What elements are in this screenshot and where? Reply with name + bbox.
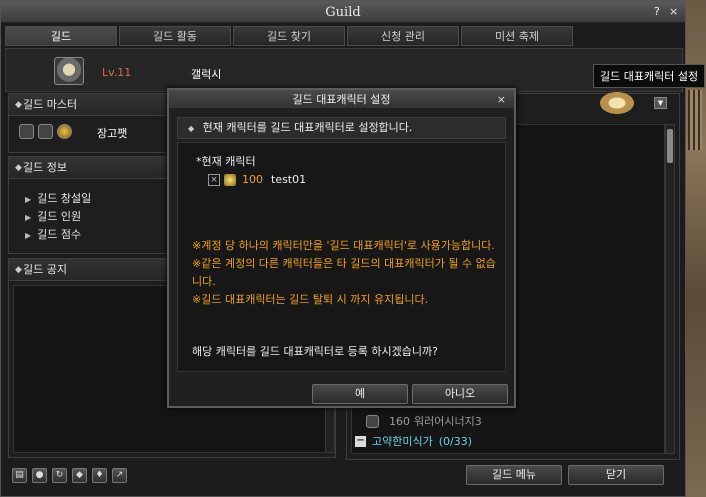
tab-guild-activity[interactable]: 길드 활동: [119, 26, 231, 46]
master-class-icon: [38, 124, 53, 139]
guild-master-header: 길드 마스터: [23, 98, 78, 111]
character-class-icon: [224, 173, 236, 186]
triangle-icon: ▶: [25, 213, 32, 222]
person-icon[interactable]: ●: [32, 468, 47, 483]
dialog-subtitle-bar: ◆ 현재 캐릭터를 길드 대표캐릭터로 설정합니다.: [177, 117, 506, 139]
scrollbar-thumb[interactable]: [667, 129, 673, 163]
eye-icon[interactable]: ◆: [72, 468, 87, 483]
tab-mission-festival[interactable]: 미션 축제: [461, 26, 573, 46]
guild-name: 갤럭시: [191, 68, 222, 81]
info-item-score: ▶ 길드 점수: [25, 228, 82, 241]
collapse-icon[interactable]: −: [355, 435, 366, 447]
x-icon: ×: [208, 173, 220, 186]
no-button[interactable]: 아니오: [412, 384, 508, 404]
guild-emblem-icon: [54, 57, 84, 85]
tab-application-manage[interactable]: 신청 관리: [347, 26, 459, 46]
triangle-icon: ▶: [25, 195, 32, 204]
representative-dialog: 길드 대표캐릭터 설정 × ◆ 현재 캐릭터를 길드 대표캐릭터로 설정합니다.…: [167, 88, 516, 408]
tab-guild-search[interactable]: 길드 찾기: [233, 26, 345, 46]
member-list-item[interactable]: 160 워러어시너지3: [366, 413, 482, 429]
dialog-question: 해당 캐릭터를 길드 대표캐릭터로 등록 하시겠습니까?: [192, 345, 438, 358]
chat-icon[interactable]: ▤: [12, 468, 27, 483]
close-button[interactable]: 닫기: [568, 465, 664, 485]
dialog-subtitle: 현재 캐릭터를 길드 대표캐릭터로 설정합니다.: [202, 121, 413, 134]
triangle-icon: ▶: [25, 231, 32, 240]
master-rank-icon: [19, 124, 34, 139]
tab-bar: 길드 길드 활동 길드 찾기 신청 관리 미션 축제: [5, 26, 573, 46]
guild-notice-header: 길드 공지: [23, 263, 67, 276]
member-group-row[interactable]: − 고약한미식가 (0/33): [355, 433, 472, 449]
tab-guild[interactable]: 길드: [5, 26, 117, 46]
note-line: ※같은 계정의 다른 캐릭터들은 타 길드의 대표캐릭터가 될 수 없습니다.: [192, 257, 496, 288]
representative-badge-icon[interactable]: [600, 92, 634, 114]
guild-info-list: ▶ 길드 창설일 ▶ 길드 인원 ▶ 길드 점수: [25, 190, 91, 244]
guild-master-name[interactable]: 장고팻: [97, 125, 127, 141]
character-name: test01: [271, 173, 307, 186]
window-close-button[interactable]: ×: [669, 5, 678, 18]
bullet-icon: ◆: [15, 163, 22, 173]
refresh-icon[interactable]: ↻: [52, 468, 67, 483]
guild-info-header: 길드 정보: [23, 161, 67, 174]
bullet-icon: ◆: [15, 100, 22, 110]
dialog-body: *현재 캐릭터 × 100 test01 ※계정 당 하나의 캐릭터만을 '길드…: [177, 142, 506, 372]
note-line: ※길드 대표캐릭터는 길드 탈퇴 시 까지 유지됩니다.: [192, 293, 429, 306]
master-coin-icon: [57, 124, 72, 139]
bottom-toolbar: ▤ ● ↻ ◆ ♦ ↗: [12, 468, 127, 483]
note-line: ※계정 당 하나의 캐릭터만을 '길드 대표캐릭터'로 사용가능합니다.: [192, 239, 495, 252]
member-class-icon: [366, 414, 379, 428]
bullet-icon: ◆: [188, 124, 195, 133]
group-count: (0/33): [438, 434, 473, 448]
dialog-close-icon[interactable]: ×: [497, 90, 506, 109]
help-button[interactable]: ?: [654, 5, 660, 18]
representative-tooltip: 길드 대표캐릭터 설정: [593, 64, 706, 88]
window-title: Guild: [325, 5, 361, 20]
exit-icon[interactable]: ↗: [112, 468, 127, 483]
guild-menu-button[interactable]: 길드 메뉴: [466, 465, 562, 485]
info-item-founded: ▶ 길드 창설일: [25, 192, 92, 205]
cart-icon[interactable]: ♦: [92, 468, 107, 483]
current-character-row: × 100 test01: [208, 173, 306, 186]
dialog-title: 길드 대표캐릭터 설정: [292, 93, 391, 106]
current-character-label: *현재 캐릭터: [196, 155, 256, 168]
character-level: 100: [242, 173, 263, 186]
info-item-members: ▶ 길드 인원: [25, 210, 82, 223]
dialog-title-bar[interactable]: 길드 대표캐릭터 설정 ×: [169, 90, 514, 109]
dialog-notes: ※계정 당 하나의 캐릭터만을 '길드 대표캐릭터'로 사용가능합니다. ※같은…: [192, 237, 496, 309]
bullet-icon: ◆: [15, 265, 22, 275]
guild-level: Lv.11: [102, 66, 132, 79]
member-list-scrollbar[interactable]: [665, 124, 675, 454]
guild-header: Lv.11 갤럭시: [5, 48, 683, 92]
group-name: 고약한미식가: [372, 435, 433, 448]
chevron-down-icon[interactable]: ▼: [654, 97, 667, 109]
title-bar[interactable]: Guild ? ×: [1, 1, 685, 23]
yes-button[interactable]: 예: [312, 384, 408, 404]
